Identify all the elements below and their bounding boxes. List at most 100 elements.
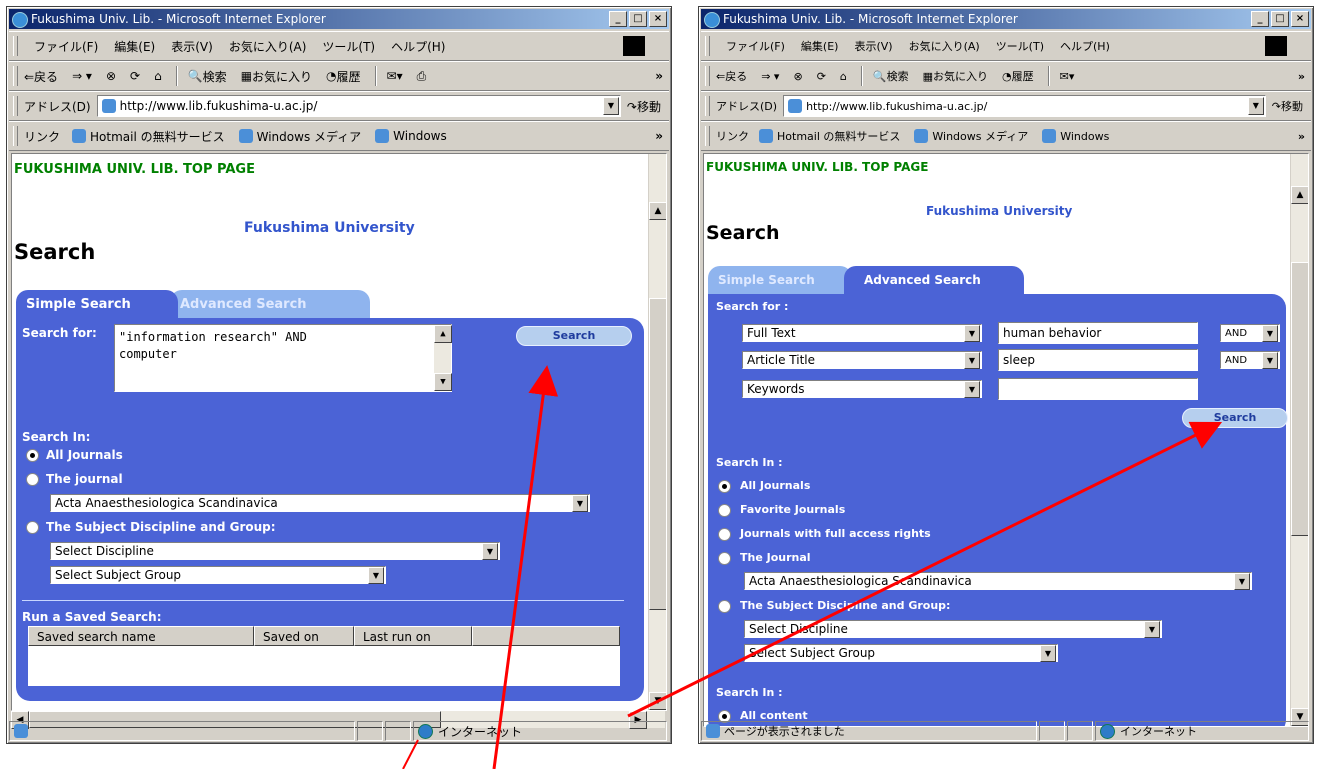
subject-group-select[interactable]: Select Subject Group ▼ <box>744 644 1058 662</box>
print-icon[interactable]: ⎙ <box>417 69 427 84</box>
operator-select[interactable]: AND ▼ <box>1220 324 1280 342</box>
favorites-toolbar-button[interactable]: ▦ お気に入り <box>923 68 988 84</box>
tab-simple-search[interactable]: Simple Search <box>16 290 178 318</box>
refresh-icon[interactable]: ⟳ <box>130 69 140 83</box>
stop-icon[interactable]: ⊗ <box>106 69 116 83</box>
maximize-button[interactable]: □ <box>629 11 647 27</box>
forward-button[interactable]: ⇒ ▾ <box>72 69 92 83</box>
menu-view[interactable]: 表示(V) <box>854 38 892 54</box>
globe-icon <box>418 723 433 739</box>
go-button[interactable]: ↷移動 <box>1272 98 1303 114</box>
search-toolbar-button[interactable]: 🔍 検索 <box>188 68 227 85</box>
journal-select[interactable]: Acta Anaesthesiologica Scandinavica ▼ <box>50 494 590 512</box>
go-button[interactable]: ↷移動 <box>627 98 661 115</box>
vertical-scrollbar[interactable]: ▲ ▼ <box>1290 154 1308 726</box>
link-windows-media[interactable]: Windows メディア <box>914 128 1028 144</box>
search-toolbar-button[interactable]: 🔍 検索 <box>873 68 909 84</box>
chevron-down-icon: ▼ <box>368 567 384 584</box>
column-header[interactable] <box>472 626 620 646</box>
menu-favorites[interactable]: お気に入り(A) <box>229 38 307 55</box>
radio-subject-discipline[interactable] <box>26 521 39 534</box>
refresh-icon[interactable]: ⟳ <box>817 70 826 83</box>
search-button[interactable]: Search <box>1182 408 1288 428</box>
close-button[interactable]: × <box>649 11 667 27</box>
chevron-down-icon[interactable]: ▼ <box>1247 97 1264 115</box>
radio-full-access[interactable] <box>718 528 731 541</box>
menu-help[interactable]: ヘルプ(H) <box>1060 38 1110 54</box>
field-select[interactable]: Full Text ▼ <box>742 324 982 342</box>
address-input[interactable]: http://www.lib.fukushima-u.ac.jp/ ▼ <box>783 95 1266 117</box>
field-select[interactable]: Keywords ▼ <box>742 380 982 398</box>
history-toolbar-button[interactable]: ◔ 履歴 <box>1002 68 1034 84</box>
query-textarea[interactable]: "information research" AND computer ▲ ▼ <box>114 324 452 392</box>
favorites-toolbar-button[interactable]: ▦ お気に入り <box>241 68 312 85</box>
top-page-link[interactable]: FUKUSHIMA UNIV. LIB. TOP PAGE <box>706 160 928 174</box>
home-icon[interactable]: ⌂ <box>840 70 847 83</box>
tab-advanced-search[interactable]: Advanced Search <box>844 266 1024 294</box>
search-button[interactable]: Search <box>516 326 632 346</box>
chevron-down-icon[interactable]: ▼ <box>602 97 619 115</box>
top-page-link[interactable]: FUKUSHIMA UNIV. LIB. TOP PAGE <box>14 162 255 177</box>
mail-icon[interactable]: ✉▾ <box>387 69 403 83</box>
address-input[interactable]: http://www.lib.fukushima-u.ac.jp/ ▼ <box>96 95 621 117</box>
link-windows[interactable]: Windows <box>1042 129 1109 143</box>
search-term-input[interactable] <box>998 378 1198 400</box>
vertical-scrollbar[interactable]: ▲ ▼ <box>648 154 666 710</box>
chevron-icon[interactable]: » <box>1298 70 1305 83</box>
link-windows-media[interactable]: Windows メディア <box>238 128 361 145</box>
chevron-icon[interactable]: » <box>655 69 663 83</box>
menu-tools[interactable]: ツール(T) <box>322 38 375 55</box>
radio-subject-discipline[interactable] <box>718 600 731 613</box>
option-label: All Journals <box>740 479 811 492</box>
back-button[interactable]: ⇐戻る <box>24 68 58 85</box>
home-icon[interactable]: ⌂ <box>154 69 162 83</box>
status-message: ページが表示されました <box>724 725 845 738</box>
links-label: リンク <box>716 130 749 143</box>
option-label: Favorite Journals <box>740 503 846 516</box>
operator-select[interactable]: AND ▼ <box>1220 351 1280 369</box>
discipline-select[interactable]: Select Discipline ▼ <box>50 542 500 560</box>
tab-advanced-search[interactable]: Advanced Search <box>170 290 370 318</box>
minimize-button[interactable]: _ <box>1251 11 1269 27</box>
radio-all-journals[interactable] <box>718 480 731 493</box>
column-header[interactable]: Saved on <box>254 626 354 646</box>
search-term-input[interactable]: human behavior <box>998 322 1198 344</box>
minimize-button[interactable]: _ <box>609 11 627 27</box>
subject-group-select[interactable]: Select Subject Group ▼ <box>50 566 386 584</box>
chevron-icon[interactable]: » <box>655 129 663 143</box>
radio-all-journals[interactable] <box>26 449 39 462</box>
radio-the-journal[interactable] <box>26 473 39 486</box>
radio-favorite-journals[interactable] <box>718 504 731 517</box>
option-label: The Journal <box>740 551 811 564</box>
menu-favorites[interactable]: お気に入り(A) <box>909 38 980 54</box>
forward-button[interactable]: ⇒ ▾ <box>761 70 779 83</box>
link-hotmail[interactable]: Hotmail の無料サービス <box>72 128 225 145</box>
link-windows[interactable]: Windows <box>375 129 447 143</box>
menu-tools[interactable]: ツール(T) <box>996 38 1044 54</box>
menu-file[interactable]: ファイル(F) <box>726 38 785 54</box>
link-hotmail[interactable]: Hotmail の無料サービス <box>759 128 900 144</box>
back-button[interactable]: ⇐戻る <box>716 68 747 84</box>
close-button[interactable]: × <box>1291 11 1309 27</box>
menu-help[interactable]: ヘルプ(H) <box>391 38 445 55</box>
chevron-down-icon: ▼ <box>572 495 588 512</box>
column-header[interactable]: Last run on <box>354 626 472 646</box>
menu-edit[interactable]: 編集(E) <box>801 38 839 54</box>
tab-simple-search[interactable]: Simple Search <box>708 266 852 294</box>
ie-logo-icon <box>704 12 720 28</box>
history-toolbar-button[interactable]: ◔ 履歴 <box>326 68 361 85</box>
menu-edit[interactable]: 編集(E) <box>114 38 155 55</box>
field-select[interactable]: Article Title ▼ <box>742 351 982 369</box>
chevron-icon[interactable]: » <box>1298 130 1305 143</box>
journal-select[interactable]: Acta Anaesthesiologica Scandinavica ▼ <box>744 572 1252 590</box>
menu-view[interactable]: 表示(V) <box>171 38 213 55</box>
radio-the-journal[interactable] <box>718 552 731 565</box>
mail-icon[interactable]: ✉▾ <box>1060 70 1075 83</box>
search-term-input[interactable]: sleep <box>998 349 1198 371</box>
menu-file[interactable]: ファイル(F) <box>34 38 98 55</box>
maximize-button[interactable]: □ <box>1271 11 1289 27</box>
discipline-select[interactable]: Select Discipline ▼ <box>744 620 1162 638</box>
address-bar: アドレス(D) http://www.lib.fukushima-u.ac.jp… <box>701 91 1311 121</box>
stop-icon[interactable]: ⊗ <box>793 70 802 83</box>
column-header[interactable]: Saved search name <box>28 626 254 646</box>
